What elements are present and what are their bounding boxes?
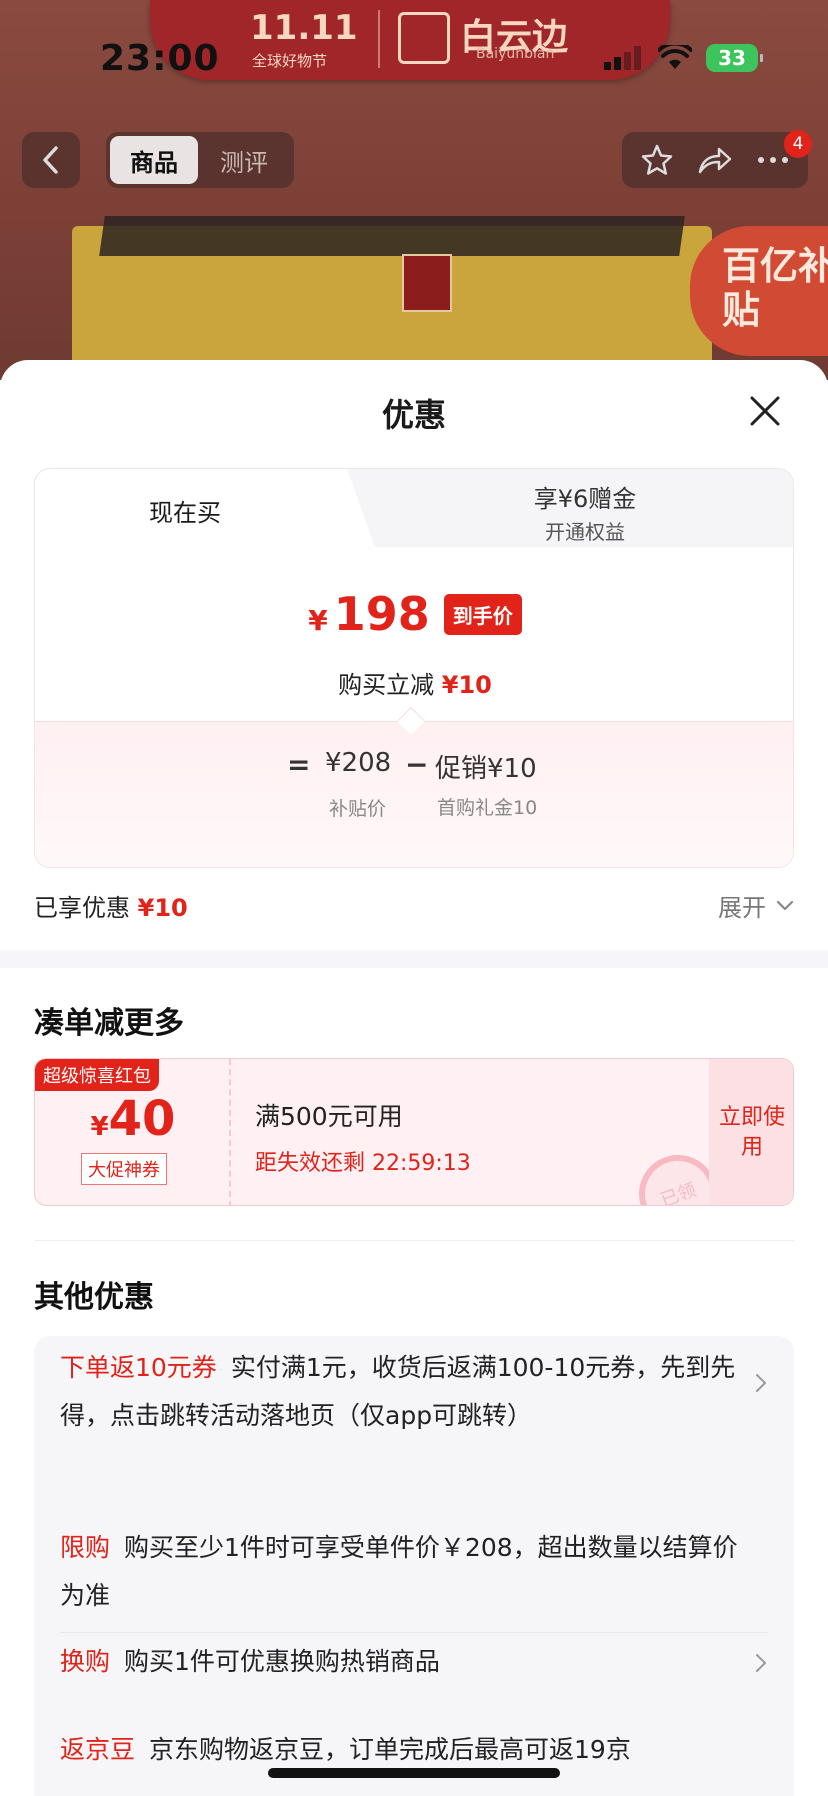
more-discount-title: 凑单减更多 (34, 1006, 184, 1041)
tab-product[interactable]: 商品 (110, 136, 198, 184)
enjoyed-label: 已享优惠 (34, 894, 130, 922)
coupon-amount-value: 40 (108, 1091, 176, 1147)
banner-brand-en: Baiyunbian (476, 46, 555, 62)
favorite-star-icon[interactable] (640, 143, 674, 177)
price-tag: 到手价 (443, 593, 522, 635)
enjoyed-discount: 已享优惠 ¥10 (34, 888, 188, 923)
share-icon[interactable] (697, 144, 733, 176)
more-dots-icon[interactable] (756, 155, 790, 165)
expand-button[interactable]: 展开 (718, 888, 794, 923)
tab-bonus[interactable]: 享¥6赠金 开通权益 (375, 479, 793, 545)
home-indicator[interactable] (268, 1768, 560, 1778)
price-card: 现在买 享¥6赠金 开通权益 ¥ 198 到手价 购买立减 ¥10 = ¥208… (34, 468, 794, 868)
list-item[interactable]: 换购 购买1件可优惠换购热销商品 (60, 1638, 740, 1686)
back-arrow-icon (43, 146, 58, 174)
subsidy-price-value: ¥208 (325, 748, 392, 778)
cart-badge: 4 (784, 130, 812, 158)
product-image (72, 226, 712, 380)
equals-sign: = (287, 748, 311, 781)
banner-divider (378, 10, 380, 68)
coupon-badge: 超级惊喜红包 (35, 1059, 159, 1091)
item-text: 购买1件可优惠换购热销商品 (124, 1647, 440, 1676)
sheet-title: 优惠 (381, 396, 446, 434)
instant-reduction: 购买立减 ¥10 (35, 665, 793, 700)
section-gap (0, 950, 828, 968)
status-time: 23:00 (100, 38, 220, 79)
coupon-condition: 满500元可用 (255, 1102, 403, 1131)
brand-seal-icon (398, 12, 450, 64)
item-tag: 换购 (60, 1647, 111, 1676)
price-breakdown: = ¥208 − 促销¥10 补贴价 首购礼金10 (35, 706, 793, 867)
tab-bonus-sub: 开通权益 (545, 520, 625, 544)
top-actions (622, 132, 808, 188)
item-tag: 返京豆 (60, 1735, 136, 1764)
chevron-down-icon (776, 900, 794, 910)
promo-value: 促销¥10 (435, 754, 537, 784)
breakdown-caret (396, 706, 426, 736)
list-item: 限购 购买至少1件时可享受单件价￥208，超出数量以结算价为准 (60, 1524, 740, 1620)
banner-event-logo: 11.11 (250, 8, 358, 48)
tab-review[interactable]: 测评 (198, 143, 290, 178)
page-tab-switch: 商品 测评 (106, 132, 294, 188)
minus-sign: − (405, 748, 429, 781)
expand-label: 展开 (718, 894, 766, 922)
product-label (402, 254, 452, 312)
coupon-type: 大促神券 (81, 1153, 167, 1185)
enjoyed-value: ¥10 (137, 894, 188, 922)
reduction-label: 购买立减 (338, 671, 435, 699)
discount-sheet: 优惠 现在买 享¥6赠金 开通权益 ¥ 198 到手价 购买立减 ¥10 = ¥… (0, 360, 828, 1796)
banner-event-subtitle: 全球好物节 (252, 52, 328, 70)
chevron-right-icon (756, 1374, 766, 1392)
item-divider (60, 1632, 768, 1633)
subsidy-price-label: 补贴价 (329, 798, 387, 820)
cellular-signal-icon (604, 46, 644, 70)
wifi-icon (658, 45, 692, 69)
use-now-button[interactable]: 立即使用 (709, 1059, 793, 1205)
final-price: ¥ 198 到手价 (35, 587, 793, 641)
item-tag: 限购 (60, 1533, 111, 1562)
price-currency: ¥ (308, 604, 328, 637)
chevron-right-icon (756, 1654, 766, 1672)
reduction-value: ¥10 (441, 671, 492, 699)
other-discount-title: 其他优惠 (34, 1280, 154, 1315)
section-divider (34, 1240, 794, 1241)
other-discount-list: 下单返10元券 实付满1元，收货后返满100-10元券，先到先得，点击跳转活动落地… (34, 1336, 794, 1796)
price-amount: 198 (333, 587, 430, 641)
list-item[interactable]: 下单返10元券 实付满1元，收货后返满100-10元券，先到先得，点击跳转活动落地… (60, 1344, 740, 1440)
close-icon[interactable] (748, 394, 782, 428)
coupon-amount: ¥40 (35, 1091, 231, 1147)
coupon-card[interactable]: 超级惊喜红包 ¥40 大促神券 满500元可用 距失效还剩 22:59:13 已… (34, 1058, 794, 1206)
event-banner: 11.11 全球好物节 白云边 Baiyunbian (150, 0, 670, 80)
back-button[interactable] (22, 132, 80, 188)
coupon-expiry: 距失效还剩 22:59:13 (255, 1151, 471, 1176)
item-text: 购买至少1件时可享受单件价￥208，超出数量以结算价为准 (60, 1533, 738, 1610)
tab-buy-now-label[interactable]: 现在买 (35, 493, 335, 528)
item-tag: 下单返10元券 (60, 1353, 217, 1382)
tab-bonus-title: 享¥6赠金 (533, 485, 637, 513)
subsidy-badge[interactable]: 百亿补贴 (690, 226, 828, 356)
battery-icon: 33 (706, 44, 763, 72)
list-item[interactable]: 返京豆 京东购物返京豆，订单完成后最高可返19京 (60, 1726, 740, 1774)
status-icons: 33 (604, 44, 763, 72)
item-text: 京东购物返京豆，订单完成后最高可返19京 (149, 1735, 631, 1764)
coupon-value-area: 超级惊喜红包 ¥40 大促神券 (35, 1059, 231, 1205)
coupon-currency: ¥ (90, 1112, 109, 1142)
promo-label: 首购礼金10 (437, 797, 538, 819)
